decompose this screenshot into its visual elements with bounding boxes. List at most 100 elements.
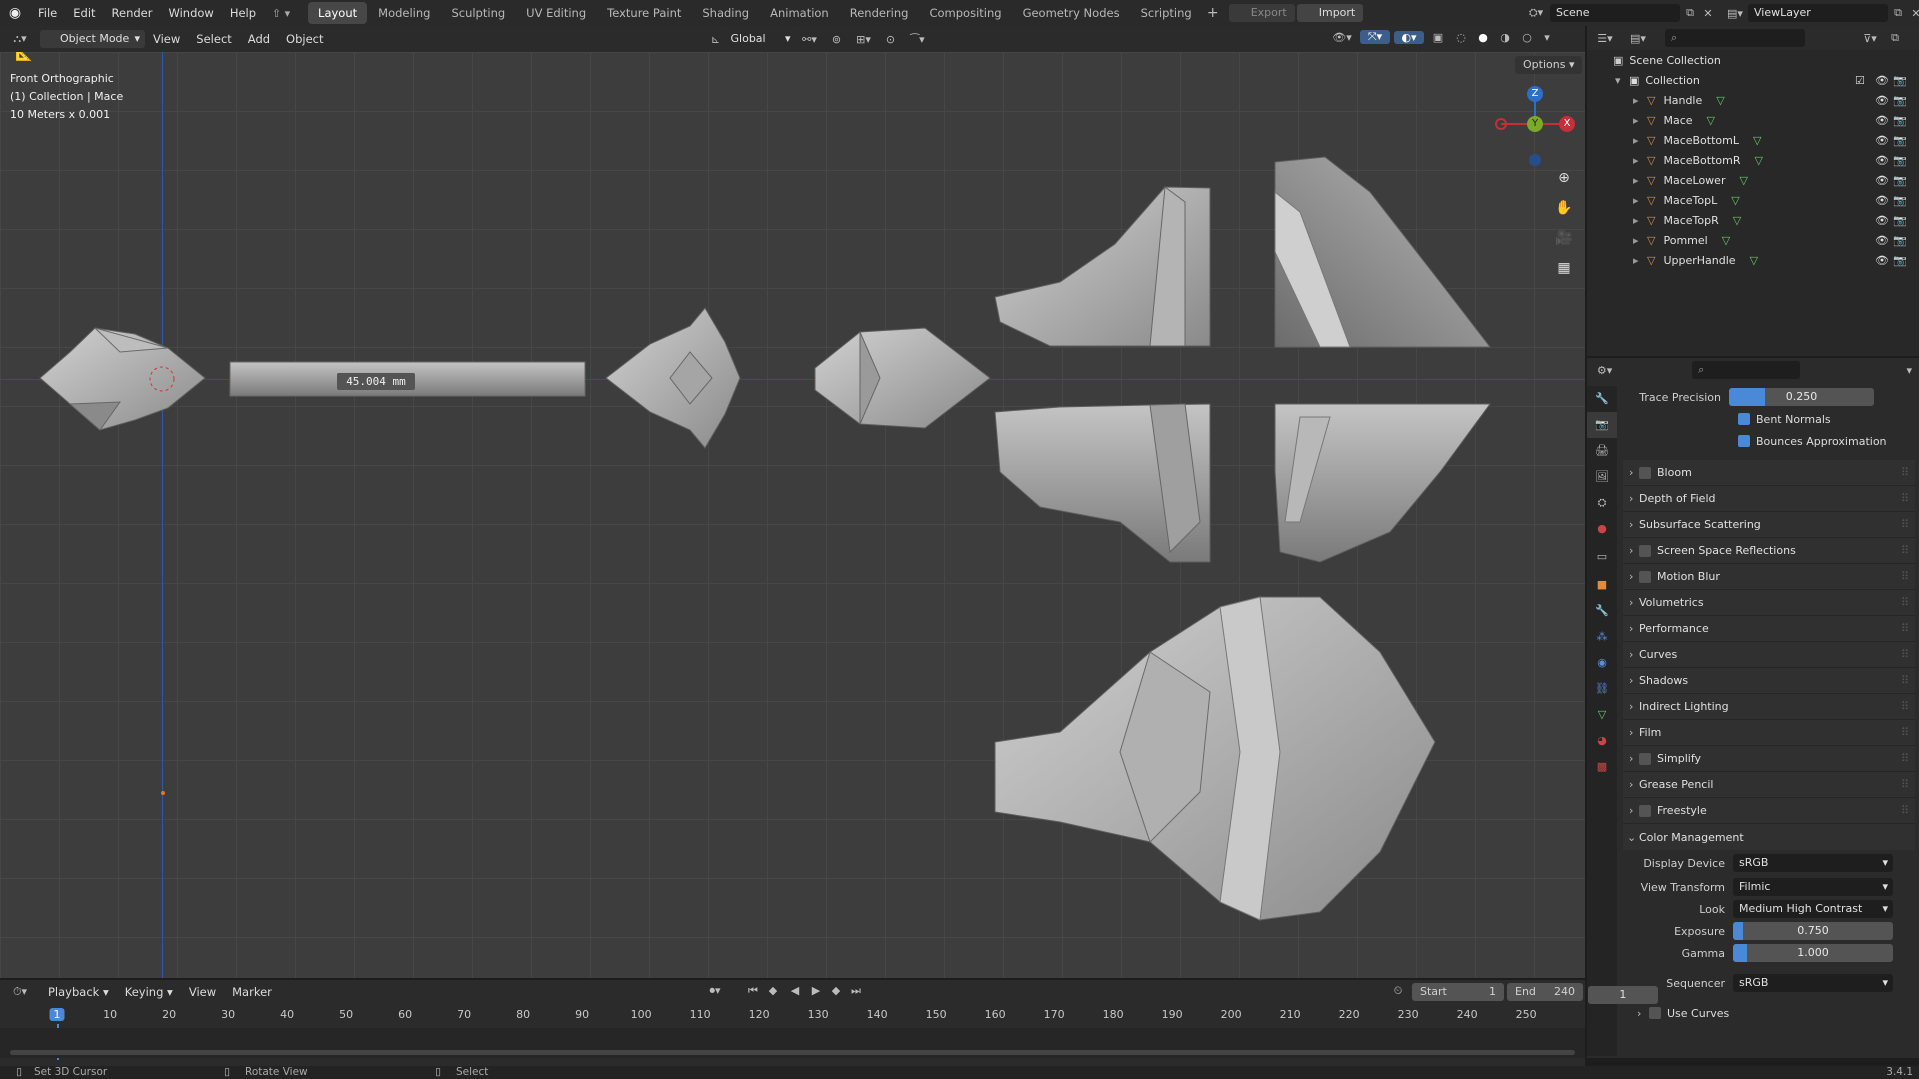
- play-icon[interactable]: ▶: [808, 984, 824, 997]
- properties-editor-icon[interactable]: ⚙▾: [1587, 364, 1622, 377]
- drag-handle-icon[interactable]: ⠿: [1901, 700, 1909, 713]
- object-tab-icon[interactable]: ■: [1587, 572, 1617, 598]
- render-tab-icon[interactable]: 📷: [1587, 412, 1617, 438]
- sequencer-dropdown[interactable]: sRGB ▾: [1733, 974, 1893, 992]
- properties-search-input[interactable]: ⌕: [1692, 361, 1800, 379]
- look-dropdown[interactable]: Medium High Contrast ▾: [1733, 900, 1893, 918]
- expand-arrow-icon[interactable]: ▸: [1633, 134, 1647, 147]
- chevron-right-icon[interactable]: ›: [1637, 1007, 1649, 1020]
- bounces-approximation-checkbox[interactable]: [1738, 435, 1750, 447]
- viewport-menu-view[interactable]: View: [145, 26, 188, 52]
- new-view-layer-icon[interactable]: ⧉: [1888, 6, 1908, 20]
- end-frame-field[interactable]: End 240: [1507, 983, 1583, 1001]
- panel-film[interactable]: › Film ⠿: [1623, 720, 1915, 746]
- mesh-data-icon[interactable]: ▽: [1722, 234, 1730, 247]
- drag-handle-icon[interactable]: ⠿: [1901, 778, 1909, 791]
- eye-icon[interactable]: 👁: [1875, 74, 1889, 87]
- play-reverse-icon[interactable]: ◀: [787, 984, 803, 997]
- chevron-down-icon[interactable]: ▾: [1900, 364, 1919, 377]
- delete-scene-icon[interactable]: ✕: [1700, 7, 1716, 20]
- marker-menu[interactable]: Marker: [224, 979, 280, 1005]
- material-shading-icon[interactable]: ◑: [1496, 31, 1514, 44]
- start-frame-field[interactable]: Start 1: [1412, 983, 1504, 1001]
- xray-icon[interactable]: ▣: [1428, 31, 1448, 44]
- camera-icon[interactable]: 📷: [1893, 94, 1907, 107]
- eye-icon[interactable]: 👁: [1875, 174, 1889, 187]
- mesh-data-icon[interactable]: ▽: [1707, 114, 1715, 127]
- eye-icon[interactable]: 👁: [1875, 214, 1889, 227]
- outliner-object-row[interactable]: ▸ ▽ Mace ▽ 👁 📷: [1587, 110, 1919, 130]
- viewport-menu-object[interactable]: Object: [278, 26, 331, 52]
- menu-help[interactable]: Help: [222, 0, 264, 26]
- camera-icon[interactable]: 📷: [1893, 134, 1907, 147]
- mesh-data-icon[interactable]: ▽: [1750, 254, 1758, 267]
- expand-arrow-icon[interactable]: ▸: [1633, 94, 1647, 107]
- mesh-data-icon[interactable]: ▽: [1716, 94, 1724, 107]
- filter-icon[interactable]: ⊽▾: [1855, 32, 1885, 45]
- next-keyframe-icon[interactable]: ◆: [828, 984, 844, 997]
- drag-handle-icon[interactable]: ⠿: [1901, 648, 1909, 661]
- upper-handle-object[interactable]: [605, 307, 741, 449]
- timeline-editor-icon[interactable]: ⏱▾: [0, 985, 40, 999]
- expand-arrow-icon[interactable]: ▸: [1633, 154, 1647, 167]
- expand-arrow-icon[interactable]: ▸: [1633, 234, 1647, 247]
- panel-performance[interactable]: › Performance ⠿: [1623, 616, 1915, 642]
- outliner-object-row[interactable]: ▸ ▽ Pommel ▽ 👁 📷: [1587, 230, 1919, 250]
- timeline-scrollbar[interactable]: [10, 1050, 1575, 1055]
- outliner-collection[interactable]: ▾ ▣ Collection ☑ 👁 📷: [1587, 70, 1919, 90]
- panel-shadows[interactable]: › Shadows ⠿: [1623, 668, 1915, 694]
- panel-enable-checkbox[interactable]: [1639, 570, 1651, 583]
- trace-precision-slider[interactable]: 0.250: [1729, 388, 1874, 406]
- display-device-dropdown[interactable]: sRGB ▾: [1733, 854, 1893, 872]
- eye-icon[interactable]: 👁: [1875, 154, 1889, 167]
- view-transform-dropdown[interactable]: Filmic ▾: [1733, 878, 1893, 896]
- drag-handle-icon[interactable]: ⠿: [1901, 466, 1909, 479]
- camera-icon[interactable]: 📷: [1893, 234, 1907, 247]
- 3d-viewport[interactable]: 📐 Front Orthographic (1) Collection | Ma…: [0, 52, 1585, 978]
- solid-shading-icon[interactable]: ●: [1474, 31, 1492, 44]
- panel-indirect-lighting[interactable]: › Indirect Lighting ⠿: [1623, 694, 1915, 720]
- eye-icon[interactable]: 👁: [1875, 194, 1889, 207]
- camera-icon[interactable]: 📷: [1893, 194, 1907, 207]
- drag-handle-icon[interactable]: ⠿: [1901, 752, 1909, 765]
- tab-uv-editing[interactable]: UV Editing: [516, 2, 596, 24]
- tab-sculpting[interactable]: Sculpting: [441, 2, 515, 24]
- gizmo-toggle-icon[interactable]: ⤧▾: [1360, 30, 1390, 44]
- falloff-icon[interactable]: ⁀▾: [903, 33, 933, 46]
- mace-object[interactable]: [994, 596, 1436, 921]
- texture-tab-icon[interactable]: ▩: [1587, 754, 1617, 780]
- expand-arrow-icon[interactable]: ▸: [1633, 174, 1647, 187]
- outliner-object-row[interactable]: ▸ ▽ MaceLower ▽ 👁 📷: [1587, 170, 1919, 190]
- display-mode-icon[interactable]: ▤▾: [1623, 32, 1653, 45]
- mesh-data-icon[interactable]: ▽: [1753, 134, 1761, 147]
- scene-icon[interactable]: ⛭▾: [1522, 6, 1550, 20]
- tab-compositing[interactable]: Compositing: [919, 2, 1011, 24]
- expand-arrow-icon[interactable]: ▸: [1633, 194, 1647, 207]
- physics-tab-icon[interactable]: ◉: [1587, 650, 1617, 676]
- visibility-icon[interactable]: 👁▾: [1328, 31, 1356, 44]
- modifier-tab-icon[interactable]: 🔧: [1587, 598, 1617, 624]
- delete-view-layer-icon[interactable]: ✕: [1908, 7, 1919, 20]
- import-button[interactable]: Import: [1296, 4, 1364, 22]
- add-workspace-icon[interactable]: +: [1203, 5, 1223, 21]
- camera-icon[interactable]: 📷: [1893, 254, 1907, 267]
- outliner-object-row[interactable]: ▸ ▽ MaceTopR ▽ 👁 📷: [1587, 210, 1919, 230]
- mace-top-l-object[interactable]: [994, 186, 1211, 347]
- eye-icon[interactable]: 👁: [1875, 134, 1889, 147]
- ortho-grid-icon[interactable]: ▦: [1553, 260, 1575, 282]
- panel-volumetrics[interactable]: › Volumetrics ⠿: [1623, 590, 1915, 616]
- camera-icon[interactable]: 📷: [1893, 154, 1907, 167]
- expand-arrow-icon[interactable]: ▸: [1633, 214, 1647, 227]
- pan-hand-icon[interactable]: ✋: [1553, 200, 1575, 222]
- keying-menu[interactable]: Keying ▾: [117, 979, 181, 1005]
- outliner-object-row[interactable]: ▸ ▽ Handle ▽ 👁 📷: [1587, 90, 1919, 110]
- camera-icon[interactable]: 📷: [1893, 174, 1907, 187]
- eye-icon[interactable]: 👁: [1875, 254, 1889, 267]
- panel-enable-checkbox[interactable]: [1639, 544, 1651, 557]
- mace-bottom-r-object[interactable]: [1274, 403, 1491, 563]
- panel-grease-pencil[interactable]: › Grease Pencil ⠿: [1623, 772, 1915, 798]
- timeline-view-menu[interactable]: View: [181, 979, 224, 1005]
- navigation-gizmo[interactable]: Z Y X: [1495, 86, 1575, 166]
- auto-keying-icon[interactable]: ⏺▾: [700, 984, 730, 998]
- gizmo-z-axis[interactable]: Z: [1527, 86, 1543, 102]
